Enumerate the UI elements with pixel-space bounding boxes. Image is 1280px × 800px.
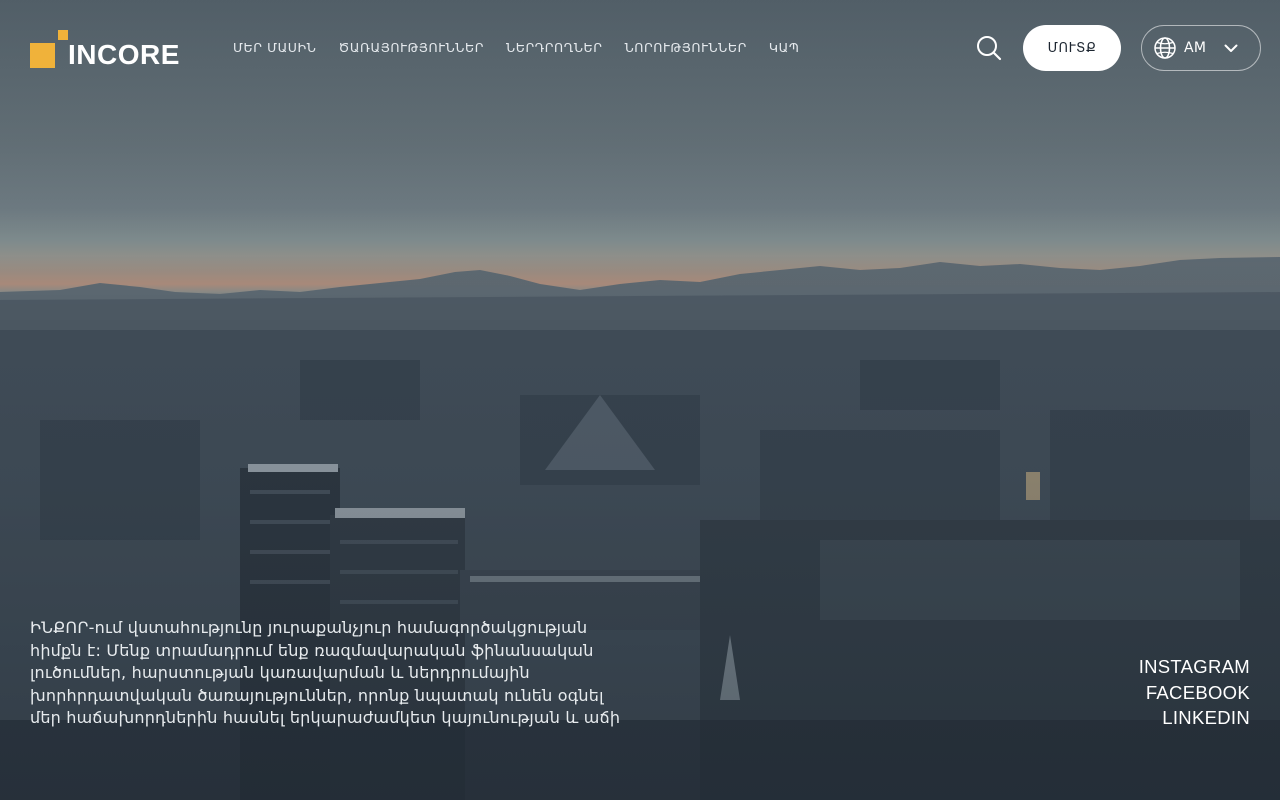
intro-line: ԻՆՔՈՐ-ում վստահությունը յուրաքանչյուր հա… [30,618,588,637]
login-button[interactable]: ՄՈՒՏՔ [1023,25,1121,71]
hero-intro-text: ԻՆՔՈՐ-ում վստահությունը յուրաքանչյուր հա… [30,617,650,730]
instagram-link[interactable]: INSTAGRAM [1139,654,1250,680]
main-nav: ՄԵՐ ՄԱՍԻՆ ԾԱՌԱՅՈՒԹՅՈՒՆՆԵՐ ՆԵՐԴՐՈՂՆԵՐ ՆՈՐ… [233,38,799,58]
nav-item-about[interactable]: ՄԵՐ ՄԱՍԻՆ [233,38,316,58]
intro-line: խորհրդատվական ծառայություններ, որոնք նպա… [30,685,604,705]
chevron-down-icon [1224,44,1238,52]
linkedin-link[interactable]: LINKEDIN [1139,705,1250,731]
nav-item-services[interactable]: ԾԱՌԱՅՈՒԹՅՈՒՆՆԵՐ [338,38,484,58]
language-code: AM [1184,40,1207,56]
nav-item-investors[interactable]: ՆԵՐԴՐՈՂՆԵՐ [506,38,603,58]
facebook-link[interactable]: FACEBOOK [1139,680,1250,706]
nav-item-contact[interactable]: ԿԱՊ [769,38,800,58]
logo-mark-icon [30,30,68,68]
social-links: INSTAGRAM FACEBOOK LINKEDIN [1139,654,1250,731]
intro-line: լուծումներ, հարստության կառավարման և ներ… [30,663,530,682]
intro-line: մեր հաճախորդներին հասնել երկարաժամկետ կա… [30,708,621,727]
site-header: INCORE ՄԵՐ ՄԱՍԻՆ ԾԱՌԱՅՈՒԹՅՈՒՆՆԵՐ ՆԵՐԴՐՈՂ… [0,0,1280,96]
language-selector[interactable]: AM [1141,25,1261,71]
nav-item-news[interactable]: ՆՈՐՈՒԹՅՈՒՆՆԵՐ [625,38,747,58]
logo-text: INCORE [68,39,180,70]
incore-logo[interactable]: INCORE [30,28,190,70]
search-icon [977,36,1002,61]
intro-line: հիմքն է: Մենք տրամադրում ենք ռազմավարակա… [30,640,594,660]
search-button[interactable] [974,33,1004,63]
globe-icon [1154,37,1176,59]
